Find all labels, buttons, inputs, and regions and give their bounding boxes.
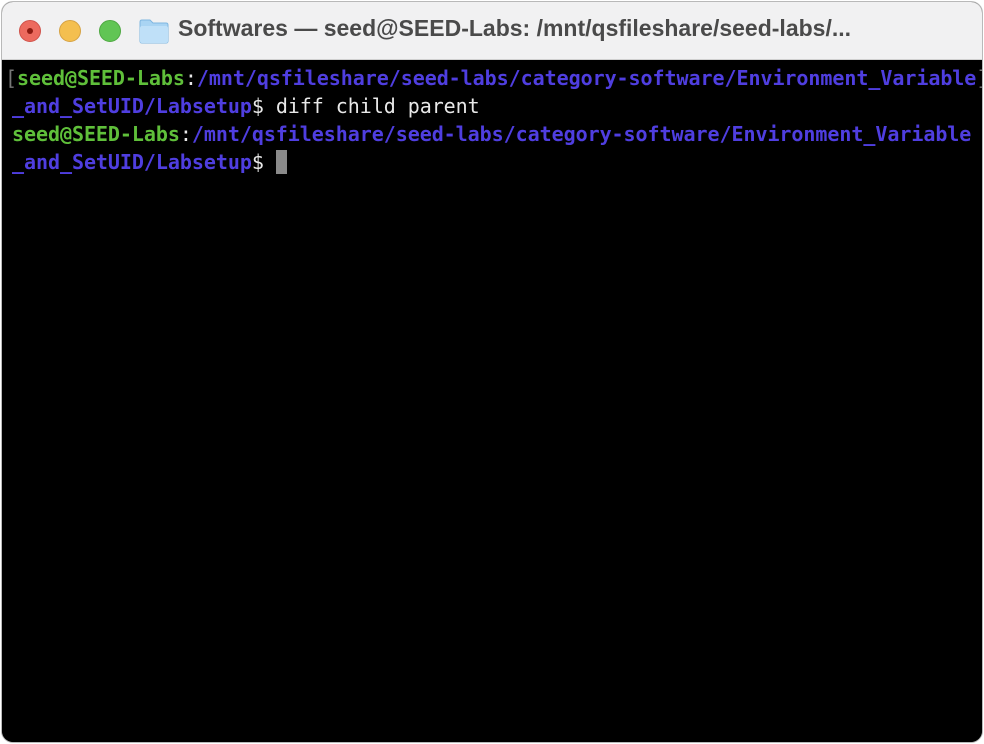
prompt-path: /mnt/qsfileshare/seed-labs/category-soft… [191,122,972,146]
prompt-sep: : [184,66,197,90]
maximize-button[interactable] [99,20,121,42]
terminal-line: seed@SEED-Labs:/mnt/qsfileshare/seed-lab… [12,120,982,148]
close-button[interactable] [19,20,41,42]
terminal-line: [seed@SEED-Labs:/mnt/qsfileshare/seed-la… [5,64,982,92]
minimize-button[interactable] [59,20,81,42]
prompt-path: /mnt/qsfileshare/seed-labs/category-soft… [196,66,977,90]
window-title: Softwares — seed@SEED-Labs: /mnt/qsfiles… [178,15,852,41]
folder-icon [139,19,169,44]
terminal-window: Softwares — seed@SEED-Labs: /mnt/qsfiles… [1,1,983,743]
prompt-path-cont: _and_SetUID/Labsetup [12,150,252,174]
prompt-symbol: $ [251,150,264,174]
terminal-line: _and_SetUID/Labsetup$ diff child parent [12,92,982,120]
mark-open: [ [5,66,17,90]
prompt-user: seed@SEED-Labs [12,122,180,146]
prompt-user: seed@SEED-Labs [17,66,185,90]
prompt-sep: : [179,122,192,146]
mark-close: ] [976,66,982,90]
title-bar[interactable]: Softwares — seed@SEED-Labs: /mnt/qsfiles… [2,2,982,60]
prompt-symbol: $ [251,94,276,118]
terminal-output[interactable]: [seed@SEED-Labs:/mnt/qsfileshare/seed-la… [2,60,982,742]
prompt-path-cont: _and_SetUID/Labsetup [12,94,252,118]
text-cursor [275,150,287,174]
terminal-line: _and_SetUID/Labsetup$ [12,148,982,176]
command-text: diff child parent [275,94,480,118]
